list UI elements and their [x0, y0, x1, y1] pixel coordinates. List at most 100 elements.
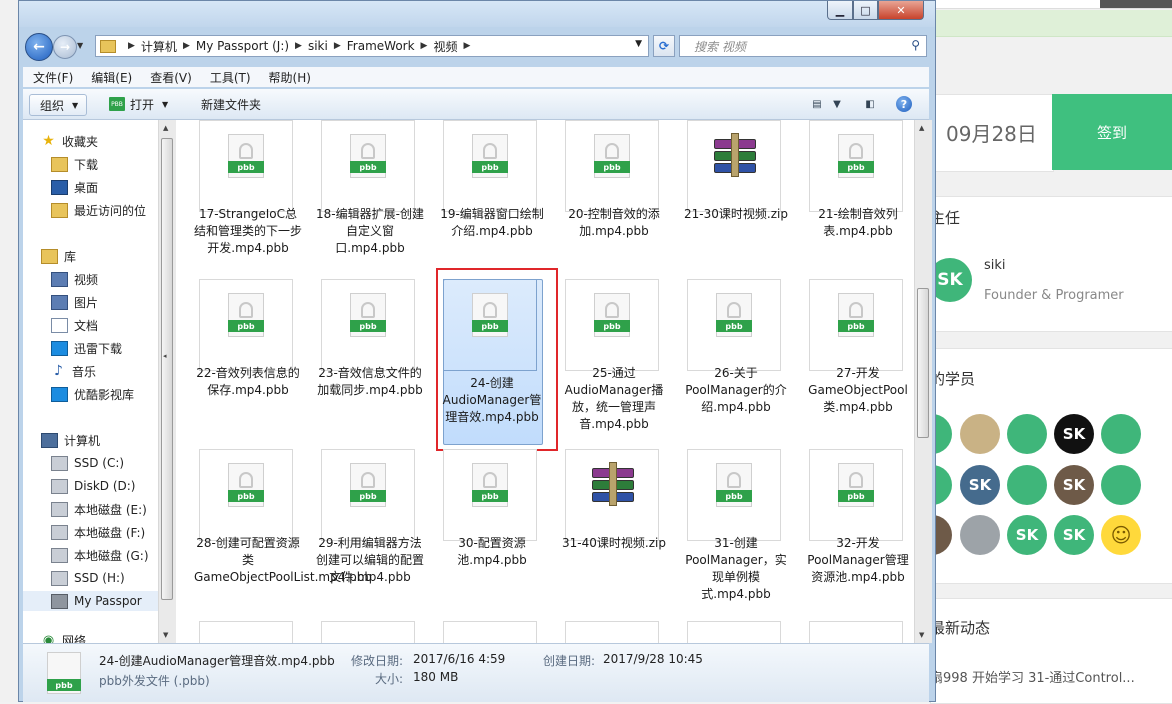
scroll-up-icon[interactable]: ▲: [163, 124, 168, 132]
nav-item[interactable]: 最近访问的位: [23, 200, 158, 220]
chevron-right-icon[interactable]: ▶: [295, 41, 302, 51]
view-dropdown-icon[interactable]: ▼: [828, 96, 846, 112]
file-tile[interactable]: pbb 30-配置资源池.mp4.pbb: [438, 449, 538, 609]
file-tile[interactable]: pbb 25-通过AudioManager播放，统一管理声音.mp4.pbb: [560, 279, 663, 439]
search-input[interactable]: 搜索 视频 ⚲: [679, 35, 927, 57]
breadcrumb-item[interactable]: 计算机: [141, 38, 177, 55]
student-avatar[interactable]: [1007, 414, 1047, 454]
preview-pane-icon[interactable]: ◧: [861, 96, 879, 112]
nav-item[interactable]: ◉ 网络: [23, 630, 158, 644]
nav-item[interactable]: ♪ 音乐: [23, 361, 158, 381]
minimize-button[interactable]: ▁: [827, 1, 853, 20]
search-icon[interactable]: ⚲: [911, 38, 920, 52]
breadcrumb-item[interactable]: siki: [308, 39, 328, 53]
menu-item[interactable]: 工具(T): [210, 69, 251, 86]
nav-item[interactable]: My Passpor: [23, 591, 158, 611]
student-avatar[interactable]: [960, 414, 1000, 454]
student-avatar[interactable]: SK: [1054, 515, 1094, 555]
view-options-icon[interactable]: ▤: [808, 96, 826, 112]
file-tile[interactable]: pbb 31-创建PoolManager，实现单例模式.mp4.pbb: [682, 449, 787, 609]
chevron-right-icon[interactable]: ▶: [183, 41, 190, 51]
student-avatar[interactable]: ☺: [1101, 515, 1141, 555]
nav-item[interactable]: DiskD (D:): [23, 476, 158, 496]
library-icon: [41, 248, 58, 264]
chevron-right-icon[interactable]: ▶: [334, 41, 341, 51]
file-tile[interactable]: 31-40课时视频.zip: [560, 449, 666, 609]
lock-icon: [239, 143, 253, 159]
file-tile[interactable]: pbb 19-编辑器窗口绘制介绍.mp4.pbb: [438, 120, 544, 280]
window-titlebar[interactable]: [19, 1, 935, 27]
student-avatar[interactable]: [1101, 414, 1141, 454]
file-tile[interactable]: pbb 28-创建可配置资源类GameObjectPoolList.mp4.pbb: [194, 449, 372, 609]
organize-button[interactable]: 组织 ▼: [29, 94, 88, 116]
student-avatar[interactable]: [1101, 465, 1141, 505]
nav-item[interactable]: 下载: [23, 154, 158, 174]
activity-text[interactable]: 扇998 开始学习 31-通过Control...: [930, 667, 1135, 686]
browser-top-button[interactable]: [1100, 0, 1172, 8]
back-button[interactable]: ←: [25, 33, 53, 61]
chevron-right-icon[interactable]: ▶: [128, 41, 135, 51]
file-tile[interactable]: pbb 21-绘制音效列表.mp4.pbb: [804, 120, 904, 280]
student-avatar[interactable]: [1007, 465, 1047, 505]
nav-item[interactable]: 本地磁盘 (G:): [23, 545, 158, 565]
nav-item[interactable]: SSD (C:): [23, 453, 158, 473]
student-avatar[interactable]: SK: [1054, 465, 1094, 505]
file-tile[interactable]: 21-30课时视频.zip: [682, 120, 788, 280]
student-avatar[interactable]: SK: [1007, 515, 1047, 555]
file-tile[interactable]: pbb 32-开发PoolManager管理资源池.mp4.pbb: [804, 449, 909, 609]
menu-item[interactable]: 文件(F): [33, 69, 73, 86]
student-avatar[interactable]: SK: [960, 465, 1000, 505]
nav-item[interactable]: 图片: [23, 292, 158, 312]
breadcrumb-item[interactable]: My Passport (J:): [196, 39, 289, 53]
scroll-up-icon[interactable]: ▲: [919, 124, 924, 132]
student-avatar[interactable]: [960, 515, 1000, 555]
menu-item[interactable]: 编辑(E): [91, 69, 132, 86]
chevron-right-icon[interactable]: ▶: [463, 41, 470, 51]
open-button[interactable]: PBB 打开 ▼: [109, 94, 168, 114]
content-scroll-thumb[interactable]: [917, 288, 929, 438]
breadcrumb-item[interactable]: FrameWork: [347, 39, 415, 53]
sign-in-button[interactable]: 签到: [1052, 94, 1172, 170]
file-tile[interactable]: pbb 22-音效列表信息的保存.mp4.pbb: [194, 279, 300, 439]
nav-item[interactable]: 文档: [23, 315, 158, 335]
close-button[interactable]: ✕: [878, 1, 924, 20]
help-button[interactable]: ?: [896, 96, 912, 112]
file-tile[interactable]: pbb 18-编辑器扩展-创建自定义窗口.mp4.pbb: [316, 120, 424, 280]
teacher-name[interactable]: siki: [984, 258, 1006, 273]
nav-item[interactable]: ★ 收藏夹: [23, 131, 158, 151]
file-tile[interactable]: pbb 17-StrangeIoC总结和管理类的下一步开发.mp4.pbb: [194, 120, 302, 280]
nav-item[interactable]: 本地磁盘 (E:): [23, 499, 158, 519]
file-tile[interactable]: pbb 27-开发GameObjectPool类.mp4.pbb: [804, 279, 908, 439]
file-tile[interactable]: pbb 26-关于PoolManager的介绍.mp4.pbb: [682, 279, 787, 439]
nav-item[interactable]: 本地磁盘 (F:): [23, 522, 158, 542]
file-tile[interactable]: pbb 20-控制音效的添加.mp4.pbb: [560, 120, 660, 280]
nav-item[interactable]: 视频: [23, 269, 158, 289]
file-tile[interactable]: pbb 24-创建AudioManager管理音效.mp4.pbb: [438, 279, 541, 439]
nav-item[interactable]: SSD (H:): [23, 568, 158, 588]
pbb-file-icon: pbb: [594, 134, 630, 178]
menu-item[interactable]: 查看(V): [150, 69, 192, 86]
scroll-down-icon[interactable]: ▼: [163, 631, 168, 639]
nav-item[interactable]: 迅雷下载: [23, 338, 158, 358]
file-tile[interactable]: pbb 29-利用编辑器方法创建可以编辑的配置文件.mp4.pbb: [316, 449, 424, 609]
nav-item[interactable]: 计算机: [23, 430, 158, 450]
menu-item[interactable]: 帮助(H): [269, 69, 311, 86]
nav-item[interactable]: 库: [23, 246, 158, 266]
student-avatar[interactable]: SK: [1054, 414, 1094, 454]
new-folder-button[interactable]: 新建文件夹: [201, 94, 261, 114]
maximize-button[interactable]: □: [853, 1, 878, 20]
breadcrumb-item[interactable]: 视频: [433, 38, 457, 55]
content-scrollbar[interactable]: ▲ ▼: [914, 120, 932, 643]
address-bar[interactable]: ▶ 计算机 ▶ My Passport (J:) ▶ siki ▶ FrameWork ▶ 视频 ▶…: [95, 35, 649, 57]
nav-item[interactable]: 桌面: [23, 177, 158, 197]
forward-button[interactable]: →: [53, 35, 77, 59]
scroll-down-icon[interactable]: ▼: [919, 631, 924, 639]
nav-scrollbar[interactable]: ▲ ◂ ▼: [158, 120, 176, 643]
file-tile[interactable]: pbb 23-音效信息文件的加载同步.mp4.pbb: [316, 279, 423, 439]
chevron-right-icon[interactable]: ▶: [421, 41, 428, 51]
nav-scroll-thumb[interactable]: [161, 138, 173, 600]
nav-item[interactable]: 优酷影视库: [23, 384, 158, 404]
address-dropdown-icon[interactable]: ▼: [635, 39, 642, 49]
refresh-button[interactable]: ⟳: [653, 35, 675, 57]
history-dropdown-icon[interactable]: ▼: [77, 41, 83, 50]
